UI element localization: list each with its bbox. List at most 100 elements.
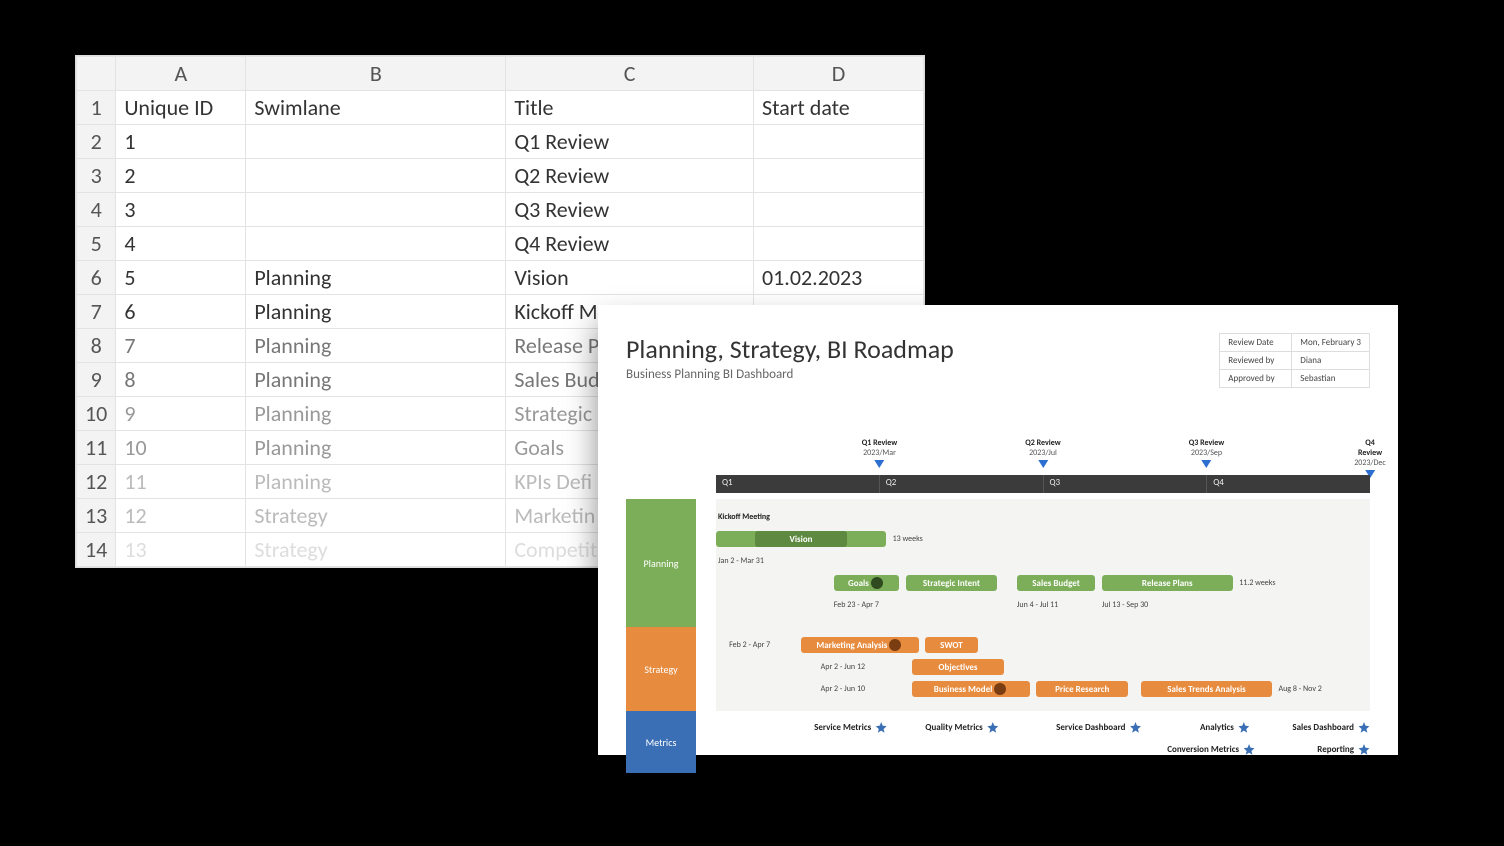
metric-item[interactable]: Service Metrics xyxy=(814,722,887,734)
quarter-cell: Q3 xyxy=(1043,475,1207,493)
quarter-cell: Q2 xyxy=(879,475,1043,493)
cell[interactable]: Planning xyxy=(246,363,506,397)
col-header-D[interactable]: D xyxy=(754,57,924,91)
task-bar-price[interactable]: Price Research xyxy=(1036,681,1128,697)
lane-body: Service Metrics Quality Metrics Service … xyxy=(716,711,1370,773)
milestone-q4: Q4 Review2023/Dec xyxy=(1354,438,1386,478)
cell[interactable]: Vision xyxy=(506,261,754,295)
cell[interactable]: Q3 Review xyxy=(506,193,754,227)
metric-badge-icon xyxy=(1358,722,1370,734)
cell[interactable]: 10 xyxy=(116,431,246,465)
cell[interactable]: 11 xyxy=(116,465,246,499)
cell[interactable]: 2 xyxy=(116,159,246,193)
cell[interactable]: Strategy xyxy=(246,533,506,567)
task-bar-swot[interactable]: SWOT xyxy=(925,637,977,653)
task-duration: 13 weeks xyxy=(893,534,923,544)
task-bar-intent[interactable]: Strategic Intent xyxy=(906,575,998,591)
cell[interactable]: Strategy xyxy=(246,499,506,533)
col-header-A[interactable]: A xyxy=(116,57,246,91)
task-bar-marketing[interactable]: Marketing Analysis xyxy=(801,637,919,653)
row-number[interactable]: 2 xyxy=(77,125,116,159)
metric-item[interactable]: Quality Metrics xyxy=(925,722,999,734)
row-number[interactable]: 6 xyxy=(77,261,116,295)
cell[interactable] xyxy=(754,125,924,159)
cell[interactable]: Q2 Review xyxy=(506,159,754,193)
task-range: Apr 2 - Jun 10 xyxy=(821,684,865,694)
task-range: Aug 8 - Nov 2 xyxy=(1278,684,1321,694)
col-header-B[interactable]: B xyxy=(246,57,506,91)
metric-item[interactable]: Analytics xyxy=(1200,722,1250,734)
cell[interactable]: Title xyxy=(506,91,754,125)
milestone-q2: Q2 Review2023/Jul xyxy=(1025,438,1060,468)
metric-item[interactable]: Sales Dashboard xyxy=(1292,722,1370,734)
cell[interactable] xyxy=(754,193,924,227)
col-header-C[interactable]: C xyxy=(506,57,754,91)
metric-badge-icon xyxy=(1358,744,1370,756)
task-bar-bizmodel[interactable]: Business Model xyxy=(912,681,1030,697)
cell[interactable]: Planning xyxy=(246,295,506,329)
task-bar-objectives[interactable]: Objectives xyxy=(912,659,1004,675)
cell[interactable]: 01.02.2023 xyxy=(754,261,924,295)
cell[interactable]: Planning xyxy=(246,465,506,499)
swimlanes: Planning Kickoff Meeting Vision 13 weeks… xyxy=(626,499,1370,773)
milestone-track: Q1 Review2023/Mar Q2 Review2023/Jul Q3 R… xyxy=(716,438,1370,468)
row-number[interactable]: 8 xyxy=(77,329,116,363)
cell[interactable]: 8 xyxy=(116,363,246,397)
cell[interactable]: Unique ID xyxy=(116,91,246,125)
cell[interactable]: Planning xyxy=(246,261,506,295)
row-number[interactable]: 1 xyxy=(77,91,116,125)
metric-badge-icon xyxy=(1238,722,1250,734)
cell[interactable]: 13 xyxy=(116,533,246,567)
row-number[interactable]: 14 xyxy=(77,533,116,567)
milestone-marker-icon xyxy=(1038,460,1048,468)
row-number[interactable]: 10 xyxy=(77,397,116,431)
milestone-marker-icon xyxy=(875,460,885,468)
row-number[interactable]: 11 xyxy=(77,431,116,465)
cell[interactable] xyxy=(246,193,506,227)
cell[interactable]: 6 xyxy=(116,295,246,329)
cell[interactable]: 1 xyxy=(116,125,246,159)
cell[interactable]: Planning xyxy=(246,329,506,363)
metric-item[interactable]: Service Dashboard xyxy=(1056,722,1141,734)
select-all-corner[interactable] xyxy=(77,57,116,91)
lane-strategy: Strategy Feb 2 - Apr 7 Marketing Analysi… xyxy=(626,627,1370,711)
cell[interactable] xyxy=(246,159,506,193)
lane-body: Kickoff Meeting Vision 13 weeks Jan 2 - … xyxy=(716,499,1370,627)
cell[interactable] xyxy=(246,125,506,159)
cell[interactable] xyxy=(754,227,924,261)
cell[interactable]: 9 xyxy=(116,397,246,431)
row-number[interactable]: 12 xyxy=(77,465,116,499)
cell[interactable]: 4 xyxy=(116,227,246,261)
row-number[interactable]: 5 xyxy=(77,227,116,261)
row-number[interactable]: 3 xyxy=(77,159,116,193)
cell[interactable] xyxy=(246,227,506,261)
row-number[interactable]: 4 xyxy=(77,193,116,227)
task-bar-release[interactable]: Release Plans xyxy=(1102,575,1233,591)
roadmap-panel: Planning, Strategy, BI Roadmap Business … xyxy=(598,305,1398,755)
cell[interactable]: 12 xyxy=(116,499,246,533)
row-number[interactable]: 7 xyxy=(77,295,116,329)
cell[interactable]: Start date xyxy=(754,91,924,125)
cell[interactable]: Q1 Review xyxy=(506,125,754,159)
metric-item[interactable]: Reporting xyxy=(1317,744,1370,756)
cell[interactable]: 5 xyxy=(116,261,246,295)
table-row: 65PlanningVision01.02.2023 xyxy=(77,261,924,295)
cell[interactable] xyxy=(754,159,924,193)
cell[interactable]: Q4 Review xyxy=(506,227,754,261)
task-bar-goals[interactable]: Goals xyxy=(834,575,899,591)
table-row: 54 Q4 Review xyxy=(77,227,924,261)
cell[interactable]: Swimlane xyxy=(246,91,506,125)
cell[interactable]: Planning xyxy=(246,397,506,431)
task-bar-budget[interactable]: Sales Budget xyxy=(1017,575,1095,591)
cell[interactable]: Planning xyxy=(246,431,506,465)
task-bar-trends[interactable]: Sales Trends Analysis xyxy=(1141,681,1272,697)
cell[interactable]: 3 xyxy=(116,193,246,227)
lane-label: Strategy xyxy=(626,627,696,711)
row-number[interactable]: 13 xyxy=(77,499,116,533)
cell[interactable]: 7 xyxy=(116,329,246,363)
metric-item[interactable]: Conversion Metrics xyxy=(1167,744,1255,756)
task-bar-vision[interactable]: Vision xyxy=(755,531,847,547)
roadmap-title: Planning, Strategy, BI Roadmap xyxy=(626,333,954,365)
row-number[interactable]: 9 xyxy=(77,363,116,397)
timeline: Q1 Review2023/Mar Q2 Review2023/Jul Q3 R… xyxy=(626,438,1370,493)
